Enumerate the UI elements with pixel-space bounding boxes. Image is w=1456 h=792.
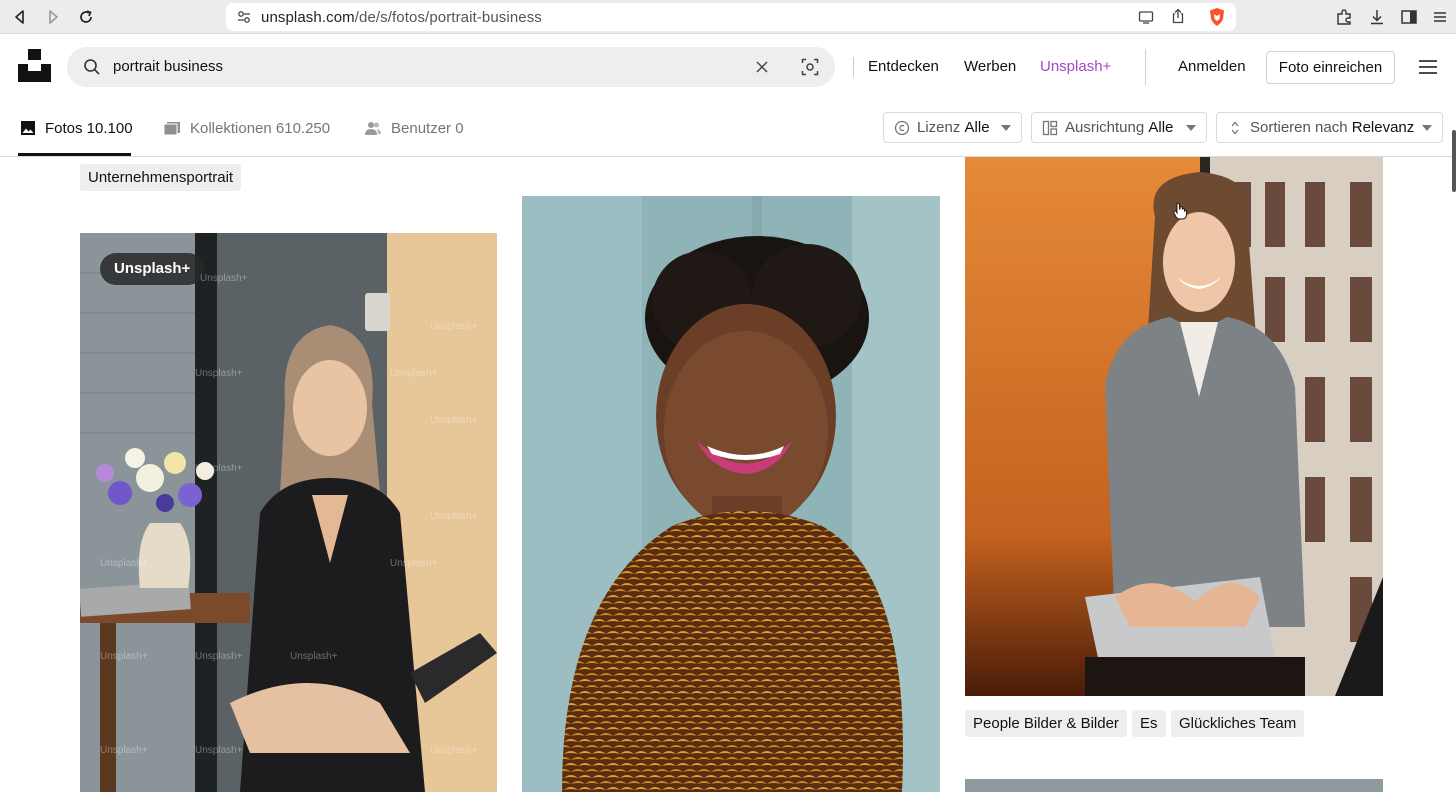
orientation-icon (1042, 120, 1058, 136)
photo-icon (20, 120, 36, 136)
related-tag[interactable]: People Bilder & Bilder (965, 710, 1127, 737)
sidebar-toggle-icon[interactable] (1400, 8, 1418, 26)
site-settings-icon[interactable] (236, 9, 252, 25)
related-tag[interactable]: Unternehmensportrait (80, 164, 242, 191)
watermark-text: Unsplash+ (290, 651, 338, 662)
search-input[interactable]: portrait business (113, 58, 223, 75)
back-icon[interactable] (9, 6, 31, 28)
watermark-text: Unsplash+ (430, 415, 478, 426)
watermark-text: Unsplash+ (100, 745, 148, 756)
related-tag[interactable]: Es (1132, 710, 1166, 737)
license-filter-value: Alle (964, 119, 990, 136)
nav-unsplash-plus[interactable]: Unsplash+ (1040, 58, 1111, 75)
sort-arrows-icon (1227, 120, 1243, 136)
address-bar[interactable]: unsplash.com/de/s/fotos/portrait-busines… (226, 3, 1236, 31)
login-link[interactable]: Anmelden (1178, 58, 1246, 75)
visual-search-icon[interactable] (801, 58, 819, 76)
scrollbar-thumb[interactable] (1452, 130, 1456, 192)
hamburger-menu-icon[interactable] (1418, 59, 1438, 75)
tab-photos-label: Fotos 10.100 (45, 119, 133, 137)
brave-shield-icon[interactable] (1208, 7, 1226, 27)
copyright-icon (894, 120, 910, 136)
watermark-text: Unsplash+ (195, 651, 243, 662)
chevron-down-icon (1001, 125, 1011, 131)
cast-icon[interactable] (1138, 9, 1154, 25)
extensions-icon[interactable] (1335, 8, 1353, 26)
downloads-icon[interactable] (1368, 8, 1386, 26)
photo-next-result[interactable] (965, 779, 1383, 792)
reload-icon[interactable] (75, 6, 97, 28)
watermark-text: Unsplash+ (100, 558, 148, 569)
tab-users-label: Benutzer 0 (391, 119, 464, 137)
browser-menu-icon[interactable] (1431, 8, 1449, 26)
header-divider (1145, 49, 1146, 85)
search-separator (853, 57, 854, 77)
chevron-down-icon (1422, 125, 1432, 131)
share-icon[interactable] (1170, 8, 1186, 24)
sort-filter-value: Relevanz (1351, 119, 1415, 136)
url-host: unsplash.com (261, 9, 355, 26)
license-filter-label: Lizenz (917, 119, 961, 136)
nav-explore[interactable]: Entdecken (868, 58, 939, 75)
forward-icon[interactable] (42, 6, 64, 28)
tab-collections-label: Kollektionen 610.250 (190, 119, 331, 137)
hand-cursor-icon (1173, 202, 1187, 220)
users-icon (364, 120, 382, 136)
watermark-text: Unsplash+ (430, 321, 478, 332)
related-tag[interactable]: Glückliches Team (1171, 710, 1305, 737)
watermark-text: Unsplash+ (200, 273, 248, 284)
watermark-text: Unsplash+ (390, 558, 438, 569)
watermark-text: Unsplash+ (195, 368, 243, 379)
nav-advertise[interactable]: Werben (964, 58, 1016, 75)
watermark-text: Unsplash+ (390, 368, 438, 379)
clear-search-icon[interactable] (753, 58, 771, 76)
browser-toolbar: unsplash.com/de/s/fotos/portrait-busines… (0, 0, 1456, 34)
tab-users[interactable]: Benutzer 0 (364, 118, 464, 138)
search-icon[interactable] (83, 58, 101, 76)
active-tab-indicator (18, 153, 131, 156)
photo-smiling-woman-patterned-blouse[interactable] (522, 196, 940, 792)
orientation-filter-label: Ausrichtung (1065, 119, 1145, 136)
watermark-text: Unsplash+ (100, 651, 148, 662)
results-tabs-bar: Fotos 10.100 Kollektionen 610.250 Benutz… (0, 99, 1456, 157)
url-path: /de/s/fotos/portrait-business (354, 9, 542, 26)
site-header: portrait business Entdecken Werben Unspl… (0, 35, 1456, 99)
unsplash-logo-icon[interactable] (18, 49, 51, 82)
sort-filter-label: Sortieren nach (1250, 119, 1348, 136)
orientation-filter-value: Alle (1148, 119, 1174, 136)
photo-businesswoman-office[interactable]: Unsplash+ Unsplash+ Unsplash+ Unsplash+ … (80, 233, 497, 792)
url-text: unsplash.com/de/s/fotos/portrait-busines… (261, 9, 542, 26)
unsplash-plus-badge: Unsplash+ (100, 253, 205, 285)
watermark-text: Unsplash+ (430, 511, 478, 522)
license-filter[interactable]: Lizenz Alle (883, 112, 1022, 143)
orientation-filter[interactable]: Ausrichtung Alle (1031, 112, 1207, 143)
photo-woman-window-laptop[interactable] (965, 157, 1383, 696)
chevron-down-icon (1186, 125, 1196, 131)
tab-collections[interactable]: Kollektionen 610.250 (163, 118, 330, 138)
sort-filter[interactable]: Sortieren nach Relevanz (1216, 112, 1443, 143)
submit-photo-button[interactable]: Foto einreichen (1266, 51, 1395, 84)
collections-icon (163, 120, 181, 136)
search-bar[interactable]: portrait business (67, 47, 854, 87)
watermark-text: Unsplash+ (195, 745, 243, 756)
tab-photos[interactable]: Fotos 10.100 (20, 118, 133, 138)
watermark-text: Unsplash+ (430, 745, 478, 756)
watermark-text: Unsplash+ (195, 463, 243, 474)
